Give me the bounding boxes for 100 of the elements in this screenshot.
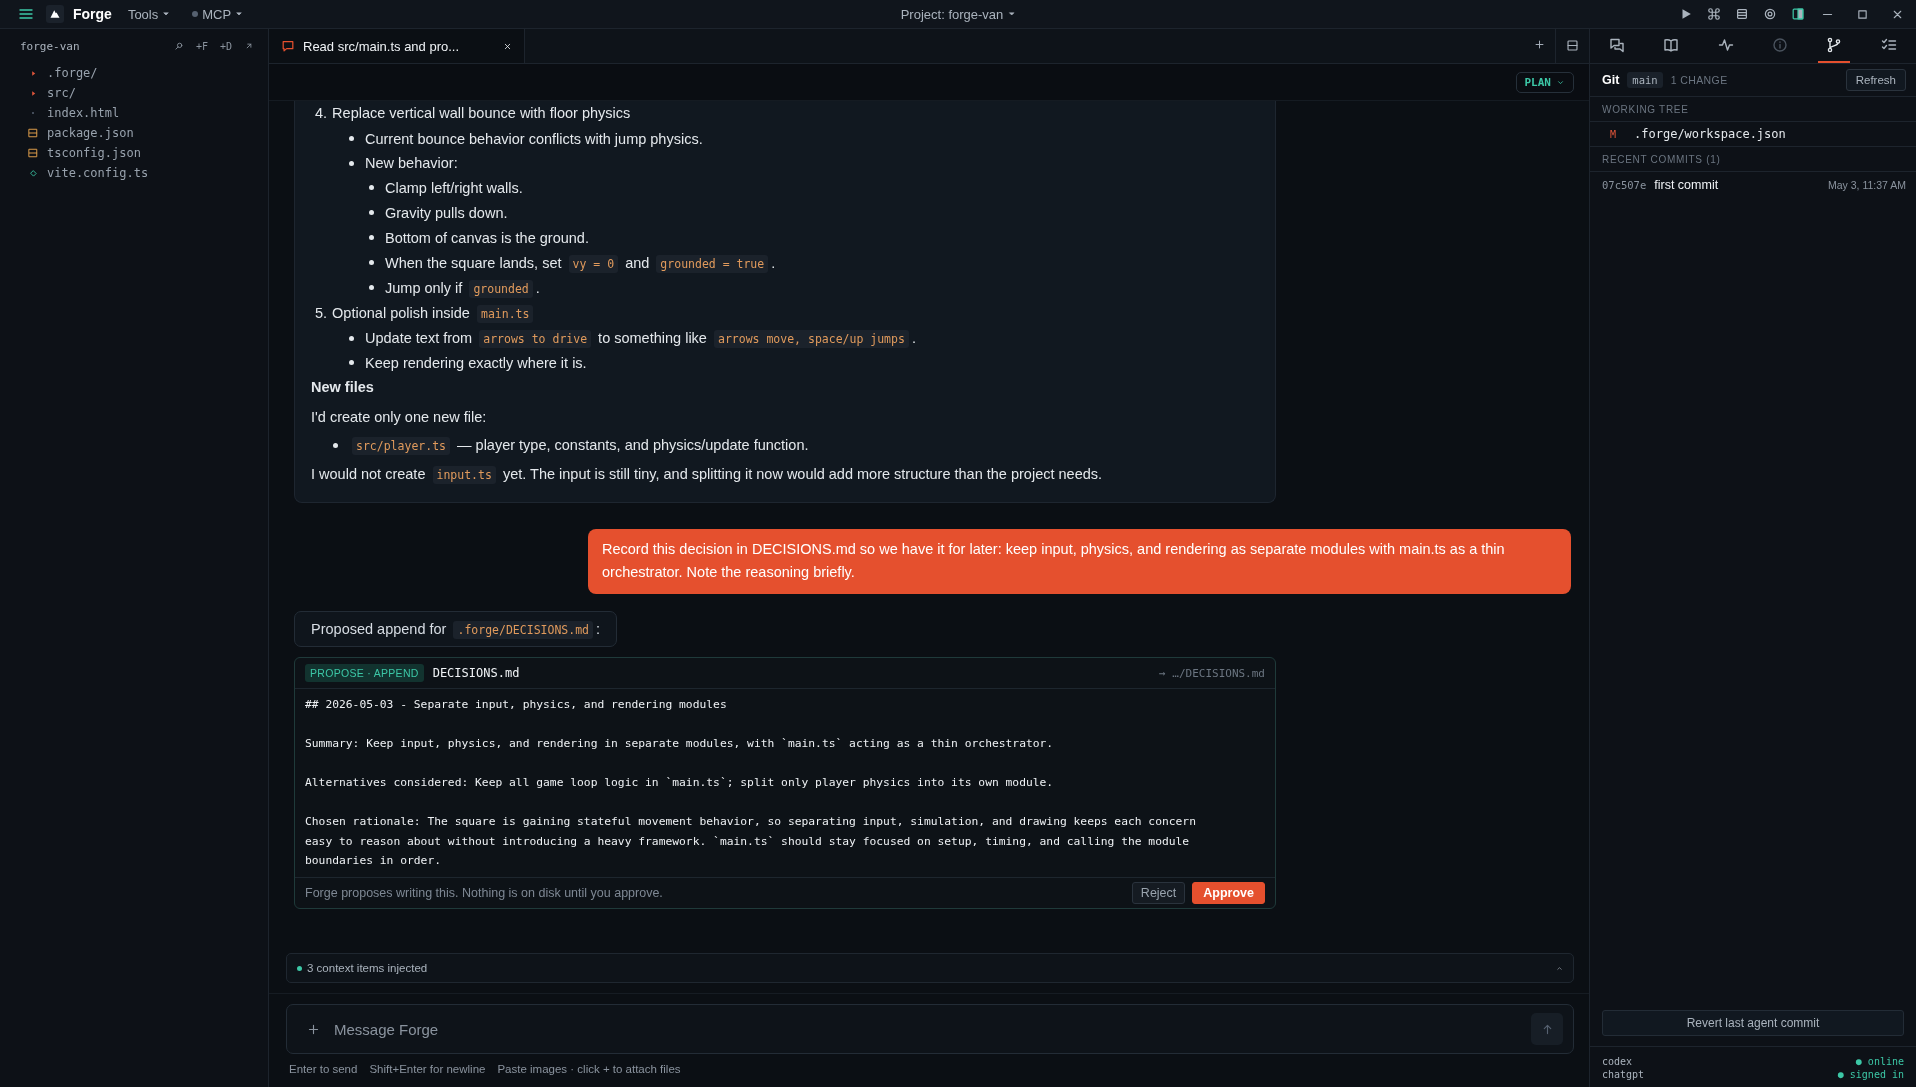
code-paragraph: Summary: Keep input, physics, and rendering in separate modules, with `main.ts` acting as a thin orchestrator.: [305, 736, 1055, 752]
message-composer[interactable]: Message Forge: [286, 1004, 1574, 1054]
message-text: Update text from arrows to drive to something like arrows move, space/up jumps .: [365, 329, 916, 349]
message-text: I would not create input.ts yet. The input is still tiny, and splitting it now would add more structure than the project needs.: [311, 464, 1103, 484]
file-tree-item[interactable]: index.html: [0, 103, 268, 123]
expand-icon[interactable]: [244, 41, 254, 51]
book-icon: [1663, 37, 1680, 53]
code-paragraph: Alternatives considered: Keep all game loop logic in `main.ts`; split only player physics into its own module.: [305, 775, 1055, 791]
file-tree-item[interactable]: .forge/: [0, 63, 268, 83]
bullet-icon: [369, 210, 374, 216]
refresh-button[interactable]: Refresh: [1845, 69, 1906, 91]
menu-icon[interactable]: [18, 6, 34, 22]
bullet-icon: [349, 160, 354, 166]
status-dot-icon: [297, 965, 302, 971]
status-dot-icon: [192, 11, 199, 17]
chat-bubble-icon: [281, 39, 295, 53]
chat-tab[interactable]: Read src/main.ts and pro...: [269, 29, 525, 63]
context-label: 3 context items injected: [307, 962, 428, 974]
maximize-icon[interactable]: [1856, 7, 1869, 21]
toolbar-button[interactable]: +D: [219, 40, 232, 52]
account-status: ● signed in: [1837, 1068, 1904, 1081]
changed-file[interactable]: M .forge/workspace.json: [1590, 122, 1916, 146]
logo-icon: [46, 5, 64, 23]
context-bar[interactable]: 3 context items injected: [286, 953, 1574, 983]
bullet-icon: [349, 335, 354, 341]
revert-button[interactable]: Revert last agent commit: [1602, 1010, 1904, 1036]
bullet-icon: [369, 260, 374, 266]
panel-title: Git: [1602, 73, 1620, 87]
proposal-intro: Proposed append for .forge/DECISIONS.md :: [294, 611, 618, 647]
account-name: codex: [1602, 1055, 1633, 1068]
toolbar-button[interactable]: +F: [195, 40, 208, 52]
command-icon[interactable]: [1707, 7, 1721, 21]
menu-button[interactable]: MCP: [192, 6, 244, 22]
code-paragraph: ## 2026-05-03 - Separate input, physics, and rendering modules: [305, 697, 728, 713]
change-count: 1 CHANGE: [1670, 74, 1729, 86]
attach-icon[interactable]: [307, 1022, 320, 1036]
folder-marker-icon: [29, 69, 37, 77]
user-message: Record this decision in DECISIONS.md so we have it for later: keep input, physics, and rendering as separate modules with main.ts as a thin orchestrator. Note the reasoning briefly.: [588, 529, 1571, 594]
file-path: .forge/workspace.json: [1634, 127, 1786, 141]
message-text: Jump only if grounded .: [385, 278, 540, 298]
hint-text: Shift+Enter for newline: [369, 1063, 486, 1075]
bullet-icon: [349, 136, 354, 142]
project-name: forge-van: [20, 39, 81, 53]
message-text: Current bounce behavior conflicts with jump physics.: [365, 129, 703, 149]
caret-icon: [162, 10, 171, 18]
add-icon[interactable]: [1534, 39, 1545, 50]
message-text: Replace vertical wall bounce with floor physics: [332, 104, 631, 124]
message-text: Bottom of canvas is the ground.: [385, 228, 589, 248]
file-tree-item[interactable]: tsconfig.json: [0, 143, 268, 163]
message-field[interactable]: Message Forge: [332, 1019, 1519, 1039]
file-dot-icon: [31, 111, 35, 115]
chevron-icon: [1556, 964, 1563, 972]
section-label: RECENT COMMITS (1): [1590, 146, 1916, 172]
branch-badge: main: [1627, 72, 1663, 88]
section-label: WORKING TREE: [1590, 97, 1916, 122]
menu-button[interactable]: Tools: [127, 6, 171, 22]
message-text: Optional polish inside main.ts: [332, 302, 537, 323]
target-path: → …/DECISIONS.md: [1159, 666, 1265, 680]
account-name: chatgpt: [1602, 1068, 1645, 1081]
file-tree-item[interactable]: package.json: [0, 123, 268, 143]
caret-icon: [235, 10, 244, 18]
panel-icon[interactable]: [1791, 7, 1805, 21]
commit-date: May 3, 11:37 AM: [1828, 179, 1906, 191]
bullet-icon: [369, 185, 374, 191]
hint-text: Paste images · click + to attach files: [497, 1063, 681, 1075]
bullet-icon: [333, 442, 338, 448]
commit-message: first commit: [1654, 178, 1720, 192]
message-text: When the square lands, set vy = 0 and grounded = true .: [385, 253, 776, 273]
checklist-icon: [1880, 37, 1897, 53]
proposal-note: Forge proposes writing this. Nothing is on disk until you approve.: [305, 885, 664, 900]
branch-icon: [1826, 37, 1843, 53]
layout-icon[interactable]: [1735, 7, 1749, 21]
folder-marker-icon: [29, 89, 37, 97]
file-tree-item[interactable]: src/: [0, 83, 268, 103]
file-tree-item[interactable]: vite.config.ts: [0, 163, 268, 183]
status-letter: M: [1610, 128, 1617, 140]
message-text: Gravity pulls down.: [385, 203, 508, 223]
message-text: New behavior:: [365, 154, 458, 174]
search-icon[interactable]: [173, 41, 184, 51]
activity-icon: [1717, 37, 1734, 53]
json-file-icon: [28, 148, 38, 158]
split-view-icon[interactable]: [1566, 39, 1579, 52]
commit-hash: 07c507e: [1602, 179, 1647, 191]
bullet-icon: [349, 360, 354, 366]
close-icon[interactable]: [503, 41, 512, 51]
list-number: 4.: [315, 104, 328, 124]
info-icon: [1772, 37, 1789, 53]
approve-button[interactable]: Approve: [1192, 881, 1265, 904]
message-text: Clamp left/right walls.: [385, 178, 523, 198]
reject-button[interactable]: Reject: [1131, 881, 1186, 904]
project-selector[interactable]: Project: forge-van: [900, 0, 1016, 28]
mode-dropdown[interactable]: PLAN: [1515, 71, 1574, 93]
chat-icon: [1609, 37, 1626, 53]
message-text: src/player.ts — player type, constants, and physics/update function.: [349, 435, 809, 456]
bullet-icon: [369, 285, 374, 291]
message-text: Keep rendering exactly where it is.: [365, 353, 587, 373]
hint-text: Enter to send: [289, 1063, 358, 1075]
section-heading: New files: [311, 378, 374, 398]
message-text: I'd create only one new file:: [311, 407, 487, 427]
caret-icon: [1007, 10, 1016, 18]
